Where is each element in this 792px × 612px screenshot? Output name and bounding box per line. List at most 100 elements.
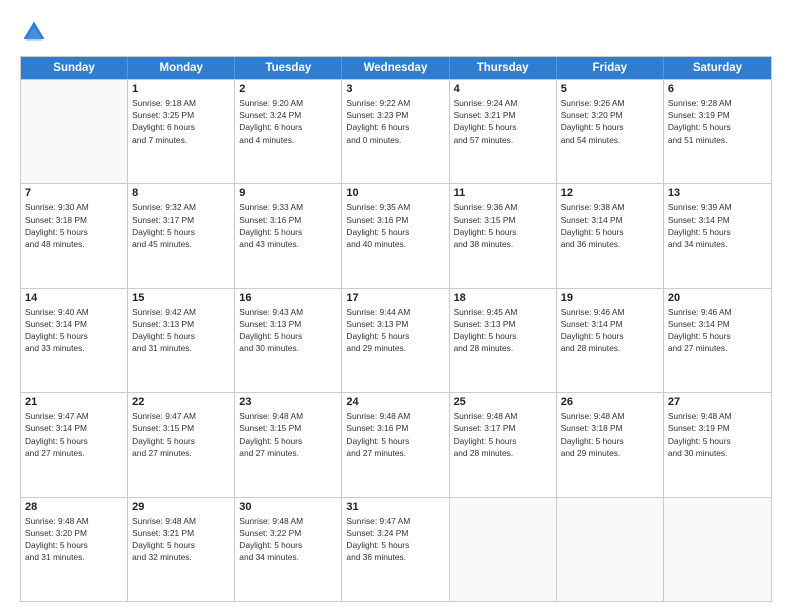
- cell-line: Daylight: 5 hours: [668, 226, 767, 238]
- day-cell-15: 15Sunrise: 9:42 AMSunset: 3:13 PMDayligh…: [128, 289, 235, 392]
- day-number: 25: [454, 396, 552, 408]
- cell-line: and 36 minutes.: [561, 238, 659, 250]
- header-day-thursday: Thursday: [450, 57, 557, 79]
- cell-line: Sunset: 3:15 PM: [239, 422, 337, 434]
- cell-line: Sunrise: 9:40 AM: [25, 306, 123, 318]
- day-cell-26: 26Sunrise: 9:48 AMSunset: 3:18 PMDayligh…: [557, 393, 664, 496]
- cell-line: Sunset: 3:14 PM: [561, 214, 659, 226]
- cell-line: Sunset: 3:15 PM: [132, 422, 230, 434]
- cell-line: Sunrise: 9:35 AM: [346, 201, 444, 213]
- cell-line: Sunset: 3:20 PM: [561, 109, 659, 121]
- cell-line: Daylight: 5 hours: [668, 435, 767, 447]
- week-row-2: 7Sunrise: 9:30 AMSunset: 3:18 PMDaylight…: [21, 183, 771, 287]
- cell-line: and 0 minutes.: [346, 134, 444, 146]
- cell-line: Sunrise: 9:26 AM: [561, 97, 659, 109]
- day-number: 23: [239, 396, 337, 408]
- day-number: 8: [132, 187, 230, 199]
- day-cell-1: 1Sunrise: 9:18 AMSunset: 3:25 PMDaylight…: [128, 80, 235, 183]
- day-cell-27: 27Sunrise: 9:48 AMSunset: 3:19 PMDayligh…: [664, 393, 771, 496]
- cell-line: and 30 minutes.: [668, 447, 767, 459]
- day-number: 27: [668, 396, 767, 408]
- cell-line: Sunset: 3:14 PM: [668, 214, 767, 226]
- day-cell-31: 31Sunrise: 9:47 AMSunset: 3:24 PMDayligh…: [342, 498, 449, 601]
- day-number: 21: [25, 396, 123, 408]
- day-number: 18: [454, 292, 552, 304]
- cell-line: Daylight: 5 hours: [454, 435, 552, 447]
- day-cell-5: 5Sunrise: 9:26 AMSunset: 3:20 PMDaylight…: [557, 80, 664, 183]
- cell-line: Daylight: 5 hours: [346, 226, 444, 238]
- cell-line: Sunset: 3:13 PM: [239, 318, 337, 330]
- cell-line: Sunrise: 9:48 AM: [668, 410, 767, 422]
- cell-line: Daylight: 5 hours: [561, 226, 659, 238]
- cell-line: Sunset: 3:14 PM: [561, 318, 659, 330]
- day-cell-19: 19Sunrise: 9:46 AMSunset: 3:14 PMDayligh…: [557, 289, 664, 392]
- day-cell-22: 22Sunrise: 9:47 AMSunset: 3:15 PMDayligh…: [128, 393, 235, 496]
- cell-line: and 30 minutes.: [239, 342, 337, 354]
- cell-line: Sunrise: 9:38 AM: [561, 201, 659, 213]
- cell-line: Daylight: 5 hours: [454, 121, 552, 133]
- cell-line: and 48 minutes.: [25, 238, 123, 250]
- cell-line: and 40 minutes.: [346, 238, 444, 250]
- cell-line: and 31 minutes.: [132, 342, 230, 354]
- cell-line: Sunrise: 9:47 AM: [25, 410, 123, 422]
- header-day-wednesday: Wednesday: [342, 57, 449, 79]
- cell-line: Sunrise: 9:48 AM: [454, 410, 552, 422]
- cell-line: Sunset: 3:21 PM: [132, 527, 230, 539]
- logo-icon: [20, 18, 48, 46]
- day-number: 24: [346, 396, 444, 408]
- cell-line: and 45 minutes.: [132, 238, 230, 250]
- cell-line: and 28 minutes.: [561, 342, 659, 354]
- cell-line: and 27 minutes.: [668, 342, 767, 354]
- cell-line: Sunset: 3:25 PM: [132, 109, 230, 121]
- empty-cell: [21, 80, 128, 183]
- cell-line: Daylight: 5 hours: [239, 330, 337, 342]
- day-number: 11: [454, 187, 552, 199]
- day-number: 7: [25, 187, 123, 199]
- cell-line: Sunrise: 9:22 AM: [346, 97, 444, 109]
- day-number: 30: [239, 501, 337, 513]
- day-number: 17: [346, 292, 444, 304]
- day-number: 26: [561, 396, 659, 408]
- cell-line: Sunset: 3:16 PM: [239, 214, 337, 226]
- header: [20, 18, 772, 46]
- cell-line: and 28 minutes.: [454, 342, 552, 354]
- day-number: 10: [346, 187, 444, 199]
- cell-line: and 28 minutes.: [454, 447, 552, 459]
- cell-line: Daylight: 5 hours: [132, 330, 230, 342]
- cell-line: Sunrise: 9:46 AM: [561, 306, 659, 318]
- page: SundayMondayTuesdayWednesdayThursdayFrid…: [0, 0, 792, 612]
- cell-line: Sunrise: 9:46 AM: [668, 306, 767, 318]
- day-cell-18: 18Sunrise: 9:45 AMSunset: 3:13 PMDayligh…: [450, 289, 557, 392]
- cell-line: Sunset: 3:17 PM: [454, 422, 552, 434]
- header-day-tuesday: Tuesday: [235, 57, 342, 79]
- cell-line: Sunrise: 9:48 AM: [239, 515, 337, 527]
- cell-line: and 36 minutes.: [346, 551, 444, 563]
- cell-line: Daylight: 5 hours: [561, 435, 659, 447]
- day-number: 22: [132, 396, 230, 408]
- cell-line: and 29 minutes.: [561, 447, 659, 459]
- cell-line: Sunset: 3:14 PM: [25, 318, 123, 330]
- cell-line: Sunset: 3:18 PM: [561, 422, 659, 434]
- empty-cell: [664, 498, 771, 601]
- cell-line: Sunrise: 9:39 AM: [668, 201, 767, 213]
- cell-line: Daylight: 5 hours: [346, 539, 444, 551]
- cell-line: Sunset: 3:17 PM: [132, 214, 230, 226]
- cell-line: Sunrise: 9:24 AM: [454, 97, 552, 109]
- cell-line: Sunrise: 9:30 AM: [25, 201, 123, 213]
- cell-line: Sunrise: 9:43 AM: [239, 306, 337, 318]
- empty-cell: [450, 498, 557, 601]
- cell-line: Sunrise: 9:18 AM: [132, 97, 230, 109]
- cell-line: and 27 minutes.: [132, 447, 230, 459]
- cell-line: Sunrise: 9:48 AM: [239, 410, 337, 422]
- day-cell-6: 6Sunrise: 9:28 AMSunset: 3:19 PMDaylight…: [664, 80, 771, 183]
- logo: [20, 18, 52, 46]
- cell-line: and 4 minutes.: [239, 134, 337, 146]
- cell-line: Daylight: 6 hours: [239, 121, 337, 133]
- cell-line: Sunrise: 9:47 AM: [346, 515, 444, 527]
- week-row-3: 14Sunrise: 9:40 AMSunset: 3:14 PMDayligh…: [21, 288, 771, 392]
- cell-line: and 43 minutes.: [239, 238, 337, 250]
- cell-line: Daylight: 5 hours: [132, 435, 230, 447]
- header-day-sunday: Sunday: [21, 57, 128, 79]
- day-cell-25: 25 Sunrise: 9:48 AMSunset: 3:17 PMDayligh…: [450, 393, 557, 496]
- cell-line: Daylight: 5 hours: [561, 121, 659, 133]
